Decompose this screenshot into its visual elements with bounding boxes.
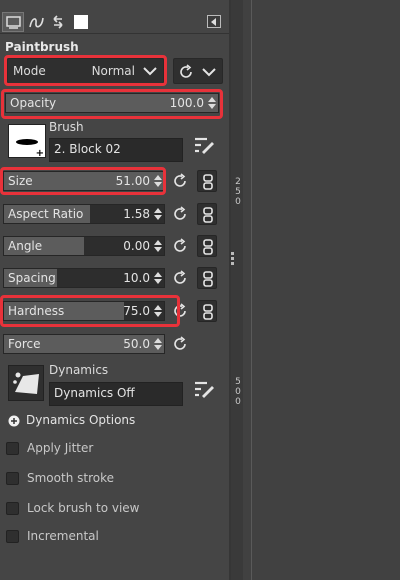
undo-history-tab-icon [53,15,63,29]
edit-dynamics-icon[interactable] [193,380,215,400]
size-spinner[interactable] [153,174,162,188]
ruler-mark: 0 [235,387,241,397]
spacing-spinner[interactable] [153,271,162,285]
aspect-slider[interactable]: Aspect Ratio 1.58 [3,204,165,224]
size-value: 51.00 [115,174,150,188]
force-slider[interactable]: Force 50.0 [3,334,165,354]
ruler-mark: 5 [235,187,241,197]
hardness-spinner[interactable] [153,304,162,318]
reset-force-icon[interactable] [173,336,189,352]
reset-hardness-icon[interactable] [173,303,189,319]
spacing-label: Spacing [8,271,56,285]
opacity-spinner[interactable] [207,96,216,110]
link-hardness-button[interactable] [197,300,217,322]
chevron-down-icon [202,68,216,77]
aspect-label: Aspect Ratio [8,207,84,221]
chain-link-icon [203,207,213,223]
dock-tab-bar [0,10,229,34]
expander-plus-icon[interactable] [8,415,20,427]
dynamics-label: Dynamics [49,363,109,377]
force-value: 50.0 [123,337,150,351]
paths-tab[interactable] [25,12,47,32]
chain-link-icon [203,174,213,190]
link-aspect-button[interactable] [197,203,217,225]
hardness-label: Hardness [8,304,65,318]
tool-options-tab-icon [6,16,21,29]
spacing-slider[interactable]: Spacing 10.0 [3,268,165,288]
opacity-slider[interactable]: Opacity 100.0 [5,93,219,113]
panel-title: Paintbrush [5,40,79,54]
aspect-value: 1.58 [123,207,150,221]
link-spacing-button[interactable] [197,267,217,289]
angle-spinner[interactable] [153,239,162,253]
canvas-area[interactable] [243,0,400,580]
spacing-value: 10.0 [123,271,150,285]
opacity-value: 100.0 [169,96,204,110]
dynamics-name-field[interactable]: Dynamics Off [49,382,183,406]
ruler-mark: 2 [235,177,241,187]
force-spinner[interactable] [153,337,162,351]
link-angle-button[interactable] [197,235,217,257]
chain-link-icon [203,304,213,320]
reset-aspect-icon[interactable] [173,206,189,222]
reset-spacing-icon[interactable] [173,270,189,286]
angle-value: 0.00 [123,239,150,253]
reset-angle-icon[interactable] [173,238,189,254]
brush-preview[interactable]: + [8,124,46,159]
force-label: Force [8,337,41,351]
checkbox-label: Smooth stroke [27,471,114,485]
edit-brush-icon[interactable] [193,136,215,156]
checkbox-label: Lock brush to view [27,501,140,515]
chain-link-icon [203,271,213,287]
chain-link-icon [203,239,213,255]
paths-tab-icon [29,17,44,28]
brush-name-field[interactable]: 2. Block 02 [49,138,183,162]
images-tab-icon [74,15,88,29]
dynamics-preview[interactable] [8,365,44,401]
reset-size-icon[interactable] [173,173,189,189]
resize-handle[interactable] [231,250,235,268]
mode-value: Normal [91,64,135,78]
ruler-mark: 0 [235,397,241,407]
checkbox[interactable] [6,530,19,543]
canvas-border-line [251,0,252,580]
brush-label: Brush [49,120,84,134]
opacity-label: Opacity [10,96,57,110]
undo-history-tab[interactable] [47,12,69,32]
ruler-mark: 0 [235,197,241,207]
size-slider[interactable]: Size 51.00 [3,171,165,191]
tool-options-tab[interactable] [2,12,24,32]
angle-label: Angle [8,239,43,253]
reset-icon [180,64,192,78]
aspect-spinner[interactable] [153,207,162,221]
images-tab[interactable] [70,12,92,32]
checkbox[interactable] [6,442,19,455]
ruler-mark: 5 [235,377,241,387]
hardness-slider[interactable]: Hardness 75.0 [3,301,165,321]
chevron-down-icon [143,67,157,76]
mode-combo[interactable]: Mode Normal [7,58,164,84]
dynamics-icon [13,372,39,394]
tab-menu-button[interactable] [207,15,221,28]
checkbox-label: Incremental [27,529,99,543]
checkbox[interactable] [6,472,19,485]
vertical-ruler [231,0,243,580]
tool-options-panel: Paintbrush Mode Normal Opacity 100.0 + B… [0,0,229,580]
checkbox[interactable] [6,502,19,515]
hardness-value: 75.0 [123,304,150,318]
link-size-button[interactable] [197,170,217,192]
size-label: Size [8,174,33,188]
mode-options-button[interactable] [173,58,223,84]
mode-label: Mode [13,64,46,78]
dynamics-options-label[interactable]: Dynamics Options [26,413,135,427]
angle-slider[interactable]: Angle 0.00 [3,236,165,256]
checkbox-label: Apply Jitter [27,441,94,455]
